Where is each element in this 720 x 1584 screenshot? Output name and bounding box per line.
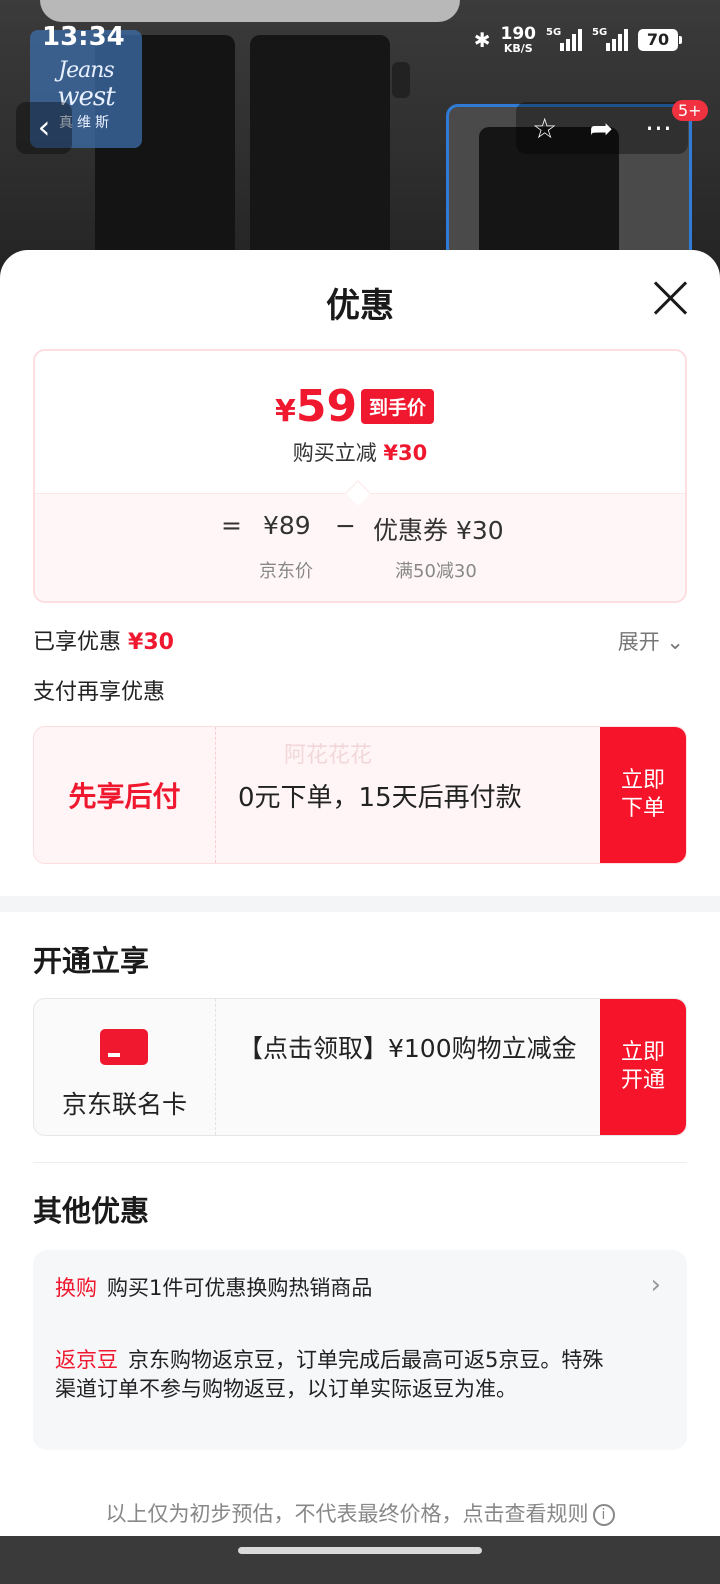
star-icon[interactable]: ☆ [532,112,557,145]
coupon-rule: 满50减30 [395,561,477,582]
chevron-right-icon[interactable]: › [651,1270,661,1300]
reduce-text: 购买立减 [292,441,377,465]
bean-text: 京东购物返京豆，订单完成后最高可返5京豆。特殊渠道订单不参与购物返豆，以订单实际… [55,1348,604,1401]
home-indicator[interactable] [238,1547,482,1554]
other-section-title: 其他优惠 [33,1194,150,1228]
battery-icon: 70 [638,29,682,51]
share-icon[interactable]: ➦ [589,112,612,145]
other-offers-box: 换购 购买1件可优惠换购热销商品 › 返京豆 京东购物返京豆，订单完成后最高可返5京… [33,1250,687,1450]
price-breakdown-card: ¥59 到手价 购买立减 ¥30 = ¥89 − 优惠券 ¥30 京东价 满50… [33,349,687,603]
card-offer-left: 京东联名卡 [34,999,216,1135]
enjoyed-label: 已享优惠 [33,630,122,655]
exchange-label: 换购 [55,1276,97,1300]
pay-later-title: 先享后付 [34,727,216,863]
bean-offer-row: 返京豆 京东购物返京豆，订单完成后最高可返5京豆。特殊渠道订单不参与购物返豆，以订… [55,1346,615,1404]
status-bar: 13:34 ✱ 190 KB/S 5G 5G 70 [0,0,720,80]
signal-2-label: 5G [592,27,608,38]
status-time: 13:34 [42,22,125,52]
final-price-tag: 到手价 [361,389,435,424]
bluetooth-icon: ✱ [473,28,491,52]
final-price: ¥59 [275,381,357,432]
discount-sheet: 优惠 ¥59 到手价 购买立减 ¥30 = ¥89 − 优惠券 ¥30 京东价 … [0,250,720,1550]
enjoyed-amount: ¥30 [128,630,174,655]
close-icon[interactable] [650,278,690,318]
coupon-amount: 优惠券 ¥30 [373,516,504,545]
info-icon: i [592,1504,615,1526]
exchange-offer-row[interactable]: 换购 购买1件可优惠换购热销商品 [55,1272,372,1302]
exchange-text: 购买1件可优惠换购热销商品 [107,1276,373,1300]
disclaimer-text: 以上仅为初步预估，不代表最终价格，点击查看规则 [105,1502,589,1526]
expand-label: 展开 [617,630,660,654]
final-price-currency: ¥ [275,394,296,429]
price-formula [35,493,685,601]
section-gap [0,896,720,912]
status-icons: ✱ 190 KB/S 5G 5G 70 [473,24,682,55]
chevron-left-icon: ‹ [37,108,51,146]
jd-price-label: 京东价 [259,561,313,582]
enjoyed-discount: 已享优惠 ¥30 [33,624,174,656]
signal-1-label: 5G [546,27,562,38]
chevron-down-icon: ⌄ [666,630,684,654]
gesture-bar-background [0,1536,720,1584]
back-button[interactable]: ‹ [16,102,72,154]
more-icon[interactable]: ··· [645,112,672,145]
bean-label: 返京豆 [55,1348,118,1372]
order-now-button[interactable]: 立即下单 [600,727,686,863]
credit-card-icon [100,1029,148,1065]
card-name: 京东联名卡 [61,1090,187,1119]
open-section-title: 开通立享 [33,944,150,978]
signal-icon-2: 5G [592,27,628,51]
network-speed: 190 KB/S [500,24,537,55]
top-actions: ☆ ➦ ··· [516,102,688,154]
sheet-title: 优惠 [326,286,394,326]
expand-button[interactable]: 展开 ⌄ [618,626,684,656]
final-price-value: 59 [295,381,358,432]
reduce-amount: ¥30 [383,441,428,465]
jd-price: ¥89 [263,511,311,540]
pay-later-desc: 0元下单，15天后再付款 [238,783,522,813]
watermark-text: 阿花花花 [284,743,373,768]
price-summary: ¥59 到手价 购买立减 ¥30 [35,351,685,493]
notification-badge: 5+ [672,100,708,121]
pay-later-card[interactable]: 先享后付 阿花花花 0元下单，15天后再付款 立即下单 [33,726,687,864]
card-offer-desc: 【点击领取】¥100购物立减金 [238,1034,577,1063]
open-now-button[interactable]: 立即开通 [600,999,686,1135]
co-branded-card-offer[interactable]: 京东联名卡 【点击领取】¥100购物立减金 立即开通 [33,998,687,1136]
divider [33,1162,687,1163]
minus-sign: − [335,511,356,540]
pay-again-label: 支付再享优惠 [33,680,166,705]
equals-sign: = [221,511,242,540]
network-speed-unit: KB/S [503,42,533,55]
reduce-line: 购买立减 ¥30 [35,437,685,467]
network-speed-value: 190 [500,24,537,44]
disclaimer-link[interactable]: 以上仅为初步预估，不代表最终价格，点击查看规则 i [0,1498,720,1528]
signal-icon-1: 5G [546,27,582,51]
